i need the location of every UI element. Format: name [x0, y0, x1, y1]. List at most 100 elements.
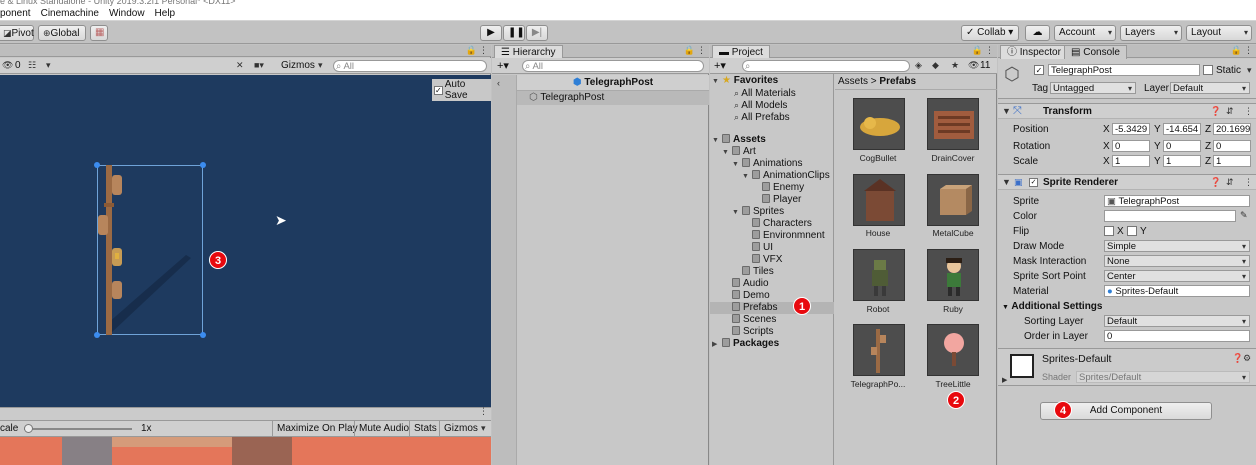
lock-icon[interactable]: 🔒 — [684, 45, 695, 56]
collab-button[interactable]: ✓ Collab ▾ — [961, 25, 1019, 41]
folder-scripts[interactable]: Scripts — [732, 326, 774, 338]
scene-search-input[interactable]: ⌕ All — [333, 60, 487, 72]
folder-prefabs[interactable]: Prefabs — [732, 302, 777, 314]
chevron-down-icon[interactable]: ▾ — [46, 60, 51, 71]
preset-icon[interactable]: ⇵ — [1226, 177, 1234, 188]
menu-icon[interactable]: ⋮ — [985, 45, 994, 56]
add-icon[interactable]: +▾ — [497, 59, 509, 72]
auto-save-toggle[interactable]: ✓ Auto Save — [432, 79, 491, 101]
telegraph-post-sprite[interactable] — [96, 163, 206, 338]
folder-audio[interactable]: Audio — [732, 278, 769, 290]
transform-header[interactable]: ▼ ⤧ Transform ❓ ⇵ ⋮ — [998, 103, 1256, 119]
menu-icon[interactable]: ⋮ — [1244, 106, 1253, 117]
folder-enemy[interactable]: Enemy — [762, 182, 804, 194]
scale-slider-thumb[interactable] — [24, 424, 33, 433]
folder-tiles[interactable]: Tiles — [742, 266, 774, 278]
asset-thumb-telegraphpost[interactable] — [853, 324, 905, 376]
pause-button[interactable]: ❚❚ — [503, 25, 525, 41]
rotation-y-field[interactable]: 0 — [1163, 140, 1201, 152]
game-view[interactable] — [0, 437, 491, 465]
menu-icon[interactable]: ⋮ — [479, 45, 488, 56]
menu-icon[interactable]: ⋮ — [1244, 177, 1253, 188]
rotation-z-field[interactable]: 0 — [1213, 140, 1251, 152]
global-toggle[interactable]: ⊕Global — [38, 25, 86, 41]
packages-folder[interactable]: ▶ Packages — [712, 338, 779, 351]
tag-dropdown[interactable]: Untagged — [1050, 82, 1136, 94]
preset-icon[interactable]: ⇵ — [1226, 106, 1234, 117]
scale-slider[interactable] — [24, 428, 132, 430]
color-swatch[interactable] — [1104, 210, 1236, 222]
position-z-field[interactable]: 20.1699 — [1213, 123, 1251, 135]
object-name-field[interactable]: TelegraphPost — [1048, 64, 1200, 76]
menu-icon[interactable]: ⋮ — [697, 45, 706, 56]
menu-component[interactable]: ponent — [0, 8, 31, 19]
menu-window[interactable]: Window — [109, 8, 145, 19]
toggles-icon[interactable]: ☷ — [28, 60, 36, 71]
gizmos-dropdown[interactable]: Gizmos — [281, 60, 315, 71]
scale-z-field[interactable]: 1 — [1213, 155, 1251, 167]
enabled-checkbox[interactable]: ✓ — [1029, 178, 1038, 187]
mask-interaction-dropdown[interactable]: None — [1104, 255, 1250, 267]
asset-thumb-cogbullet[interactable] — [853, 98, 905, 150]
position-y-field[interactable]: -14.654 — [1163, 123, 1201, 135]
material-field[interactable]: ● Sprites-Default — [1104, 285, 1250, 297]
asset-thumb-metalcube[interactable] — [927, 174, 979, 226]
rotation-x-field[interactable]: 0 — [1112, 140, 1150, 152]
position-x-field[interactable]: -5.3429 — [1112, 123, 1150, 135]
chevron-down-icon[interactable]: ▾ — [481, 423, 486, 434]
layout-dropdown[interactable]: Layout — [1186, 25, 1252, 41]
folder-player[interactable]: Player — [762, 194, 801, 206]
play-button[interactable]: ▶ — [480, 25, 502, 41]
tab-console[interactable]: ▤ Console — [1064, 45, 1127, 59]
folder-ui[interactable]: UI — [752, 242, 773, 254]
folder-scenes[interactable]: Scenes — [732, 314, 776, 326]
tab-hierarchy[interactable]: ☰ Hierarchy — [494, 45, 563, 59]
eyedropper-icon[interactable]: ✎ — [1240, 210, 1248, 221]
scale-y-field[interactable]: 1 — [1163, 155, 1201, 167]
visibility-icon[interactable]: 👁 — [968, 60, 979, 71]
tab-project[interactable]: ▬ Project — [712, 45, 770, 59]
sprite-field[interactable]: ▣ TelegraphPost — [1104, 195, 1250, 207]
additional-settings-foldout[interactable]: ▼ Additional Settings — [1002, 301, 1102, 312]
folder-characters[interactable]: Characters — [752, 218, 812, 230]
flip-y-checkbox[interactable] — [1127, 226, 1137, 236]
step-button[interactable]: ▶| — [526, 25, 548, 41]
scale-x-field[interactable]: 1 — [1112, 155, 1150, 167]
asset-thumb-treelittle[interactable] — [927, 324, 979, 376]
asset-thumb-ruby[interactable] — [927, 249, 979, 301]
sorting-layer-dropdown[interactable]: Default — [1104, 315, 1250, 327]
visibility-icon[interactable]: 👁 — [2, 60, 13, 71]
breadcrumb-prefabs[interactable]: Prefabs — [879, 76, 916, 87]
active-checkbox[interactable]: ✓ — [1034, 65, 1044, 75]
menu-cinemachine[interactable]: Cinemachine — [41, 8, 99, 19]
help-icon[interactable]: ❓ — [1210, 177, 1221, 188]
help-icon[interactable]: ❓ — [1232, 353, 1243, 364]
lock-icon[interactable]: 🔒 — [466, 45, 477, 56]
menu-help[interactable]: Help — [155, 8, 176, 19]
asset-thumb-robot[interactable] — [853, 249, 905, 301]
lock-icon[interactable]: 🔒 — [972, 45, 983, 56]
project-search-input[interactable]: ⌕ — [742, 60, 910, 72]
order-in-layer-field[interactable]: 0 — [1104, 330, 1250, 342]
chevron-down-icon[interactable]: ▾ — [318, 60, 323, 71]
gear-icon[interactable]: ⚙ — [1243, 353, 1251, 364]
back-arrow-icon[interactable]: ‹ — [497, 78, 500, 88]
sprite-renderer-header[interactable]: ▼ ▣ ✓ Sprite Renderer ❓ ⇵ ⋮ — [998, 174, 1256, 190]
stats-toggle[interactable]: Stats — [409, 421, 441, 437]
menu-icon[interactable]: ⋮ — [1244, 45, 1253, 56]
create-icon[interactable]: +▾ — [714, 59, 726, 72]
game-gizmos-dropdown[interactable]: Gizmos — [439, 421, 482, 437]
mute-audio-toggle[interactable]: Mute Audio — [354, 421, 413, 437]
favorite-star-icon[interactable]: ★ — [951, 60, 959, 71]
tools-icon[interactable]: ✕ — [236, 60, 244, 71]
camera-icon[interactable]: ■▾ — [254, 60, 264, 71]
folder-environment[interactable]: Environmnent — [752, 230, 825, 242]
hierarchy-item[interactable]: ⬡ TelegraphPost — [517, 91, 709, 105]
layer-dropdown[interactable]: Default — [1170, 82, 1250, 94]
lock-icon[interactable]: 🔒 — [1231, 45, 1242, 56]
asset-thumb-house[interactable] — [853, 174, 905, 226]
folder-demo[interactable]: Demo — [732, 290, 770, 302]
breadcrumb-assets[interactable]: Assets — [838, 76, 868, 87]
asset-thumb-draincover[interactable] — [927, 98, 979, 150]
account-dropdown[interactable]: Account — [1054, 25, 1116, 41]
